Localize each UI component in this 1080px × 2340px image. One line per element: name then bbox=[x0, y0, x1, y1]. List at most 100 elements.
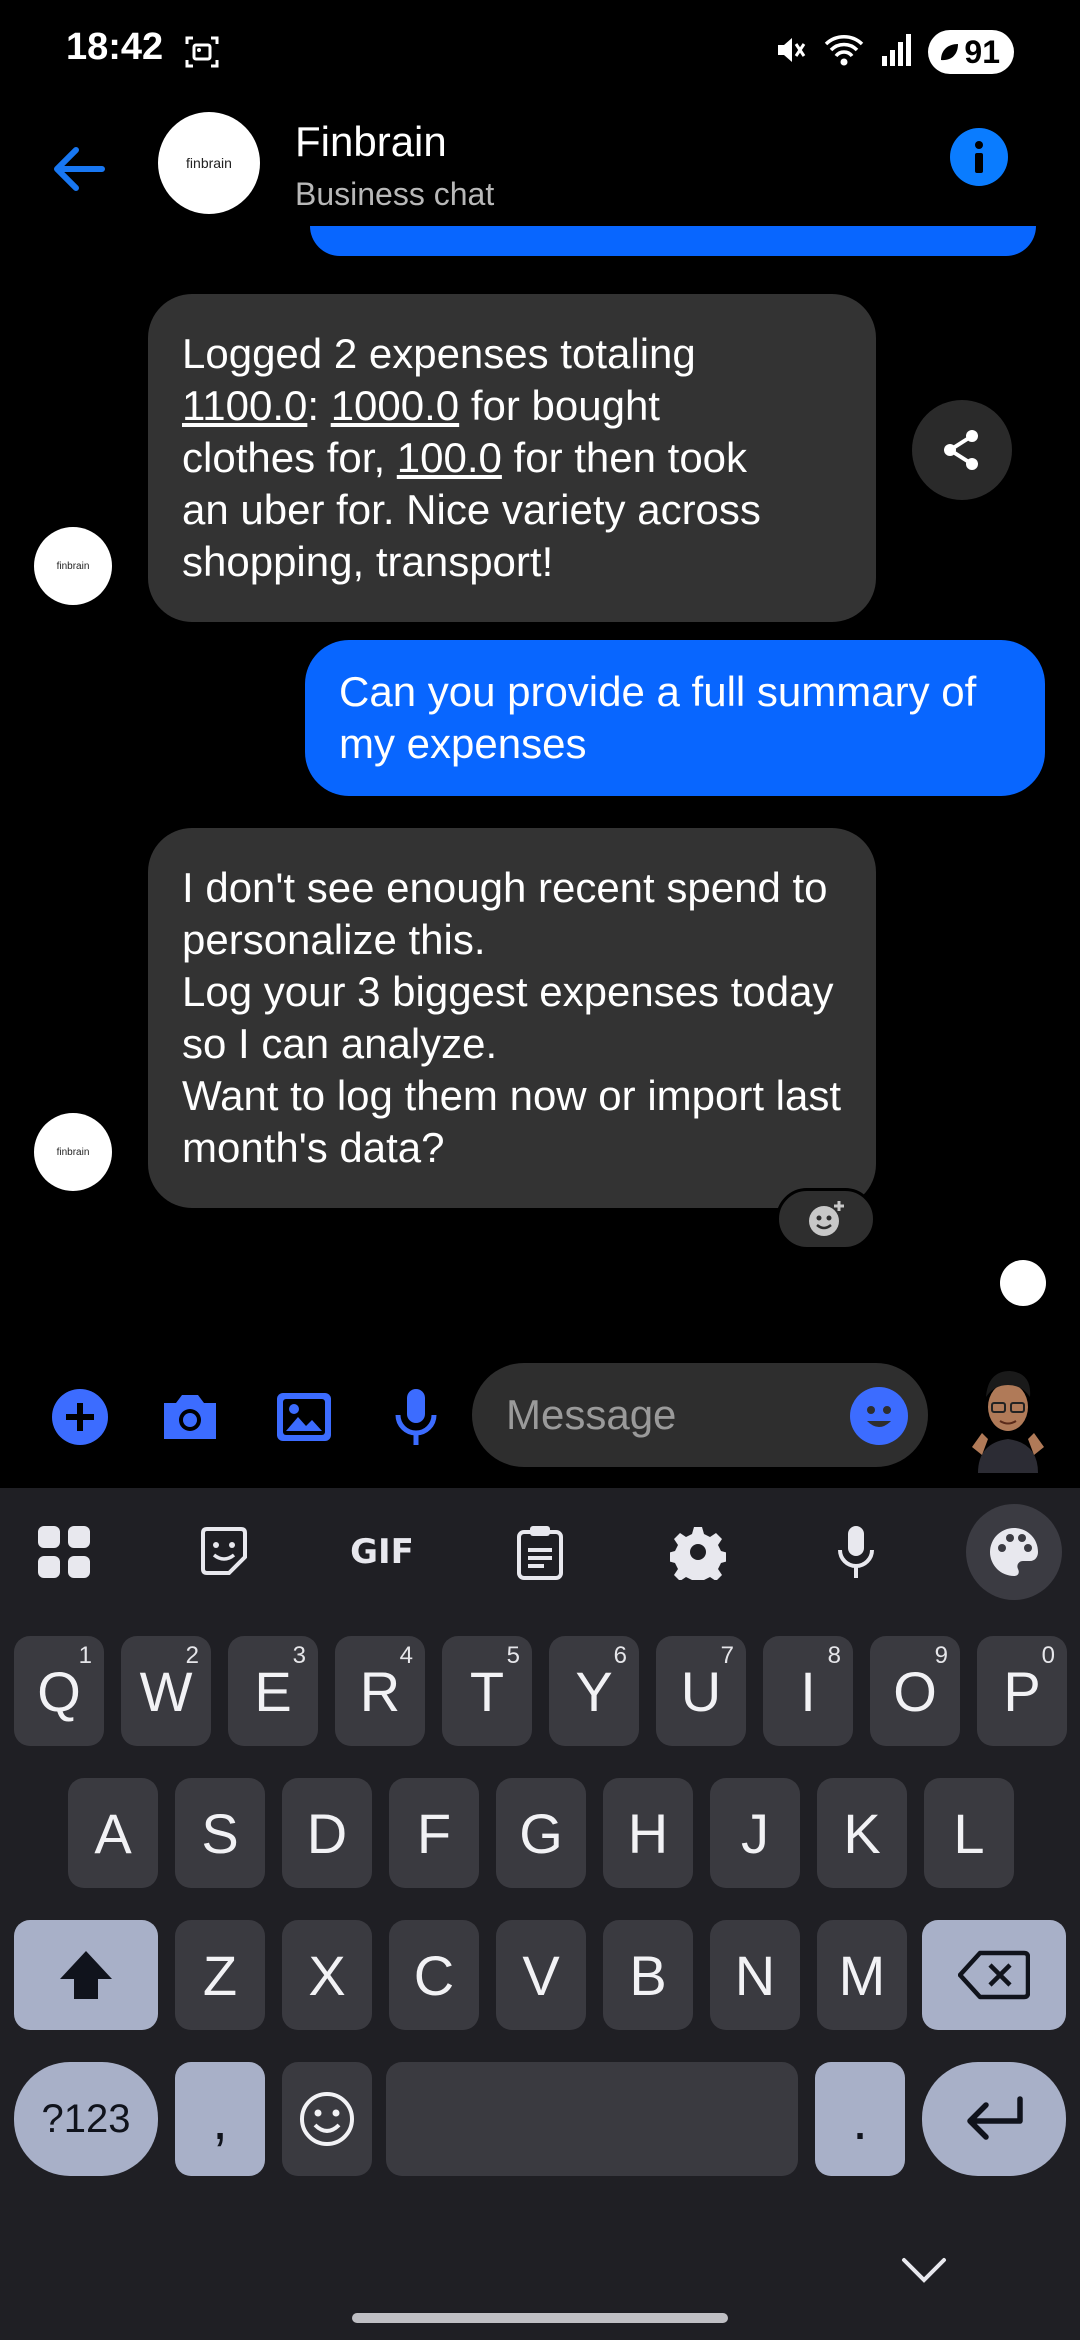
symbols-key[interactable]: ?123 bbox=[14, 2062, 158, 2176]
contact-avatar[interactable]: finbrain bbox=[158, 112, 260, 214]
smiley-icon bbox=[867, 1406, 891, 1427]
key-g[interactable]: G bbox=[496, 1778, 586, 1888]
key-p[interactable]: P0 bbox=[977, 1636, 1067, 1746]
share-icon bbox=[944, 430, 978, 470]
key-n[interactable]: N bbox=[710, 1920, 800, 2030]
sender-avatar[interactable]: finbrain bbox=[34, 1113, 112, 1191]
keyboard-mic-icon[interactable] bbox=[818, 1514, 894, 1590]
comma-key[interactable]: , bbox=[175, 2062, 265, 2176]
amount-total[interactable]: 1100.0 bbox=[182, 382, 307, 429]
msg-paragraph: Log your 3 biggest expenses today so I c… bbox=[182, 968, 834, 1067]
outgoing-message[interactable]: Can you provide a full summary of my exp… bbox=[305, 640, 1045, 796]
key-j[interactable]: J bbox=[710, 1778, 800, 1888]
key-number-hint: 7 bbox=[720, 1642, 734, 1669]
message-input[interactable]: Message bbox=[472, 1363, 928, 1467]
key-letter: T bbox=[469, 1659, 505, 1723]
signal-icon bbox=[880, 32, 914, 73]
msg-text: for then took bbox=[501, 434, 748, 481]
amount-1[interactable]: 1000.0 bbox=[331, 382, 459, 429]
key-r[interactable]: R4 bbox=[335, 1636, 425, 1746]
microphone-icon bbox=[395, 1389, 437, 1445]
gif-button[interactable]: GIF bbox=[344, 1514, 420, 1590]
info-icon bbox=[975, 141, 983, 173]
hide-keyboard-button[interactable] bbox=[894, 2250, 954, 2290]
key-b[interactable]: B bbox=[603, 1920, 693, 2030]
key-number-hint: 8 bbox=[827, 1642, 841, 1669]
key-v[interactable]: V bbox=[496, 1920, 586, 2030]
key-t[interactable]: T5 bbox=[442, 1636, 532, 1746]
image-icon bbox=[277, 1393, 331, 1441]
plus-icon bbox=[52, 1389, 108, 1445]
key-letter: R bbox=[359, 1659, 401, 1723]
key-letter: E bbox=[254, 1659, 292, 1723]
key-m[interactable]: M bbox=[817, 1920, 907, 2030]
key-z[interactable]: Z bbox=[175, 1920, 265, 2030]
screen-record-icon bbox=[184, 34, 220, 70]
chevron-down-icon bbox=[902, 2258, 946, 2283]
key-h[interactable]: H bbox=[603, 1778, 693, 1888]
msg-paragraph: Want to log them now or import last mont… bbox=[182, 1072, 842, 1171]
gear-icon[interactable] bbox=[660, 1514, 736, 1590]
key-u[interactable]: U7 bbox=[656, 1636, 746, 1746]
key-q[interactable]: Q1 bbox=[14, 1636, 104, 1746]
key-e[interactable]: E3 bbox=[228, 1636, 318, 1746]
keyboard: GIF Q1 W2 E3 R4 T5 Y6 U7 I8 O9 P0 A S D … bbox=[0, 1488, 1080, 2340]
camera-button[interactable] bbox=[158, 1385, 222, 1449]
gallery-button[interactable] bbox=[272, 1385, 336, 1449]
info-button[interactable] bbox=[950, 128, 1008, 186]
apps-grid-icon[interactable] bbox=[26, 1514, 102, 1590]
chat-subtitle: Business chat bbox=[295, 176, 495, 212]
key-x[interactable]: X bbox=[282, 1920, 372, 2030]
key-letter: U bbox=[680, 1659, 722, 1723]
key-a[interactable]: A bbox=[68, 1778, 158, 1888]
key-f[interactable]: F bbox=[389, 1778, 479, 1888]
sticker-icon[interactable] bbox=[186, 1514, 262, 1590]
plus-button[interactable] bbox=[48, 1385, 112, 1449]
smiley-icon bbox=[300, 2092, 354, 2146]
chat-title[interactable]: Finbrain bbox=[295, 118, 447, 166]
shift-key[interactable] bbox=[14, 1920, 158, 2030]
key-number-hint: 2 bbox=[185, 1642, 199, 1669]
palette-icon[interactable] bbox=[966, 1504, 1062, 1600]
incoming-message-2[interactable]: I don't see enough recent spend to perso… bbox=[148, 828, 876, 1208]
chat-header: finbrain Finbrain Business chat bbox=[0, 100, 1080, 240]
key-letter: I bbox=[800, 1659, 816, 1723]
key-o[interactable]: O9 bbox=[870, 1636, 960, 1746]
key-letter: W bbox=[139, 1659, 193, 1723]
emoji-button[interactable] bbox=[850, 1387, 908, 1445]
emoji-key[interactable] bbox=[282, 2062, 372, 2176]
home-indicator[interactable] bbox=[352, 2313, 728, 2323]
key-letter: P bbox=[1003, 1659, 1041, 1723]
avatar-sticker-button[interactable] bbox=[958, 1355, 1058, 1475]
key-c[interactable]: C bbox=[389, 1920, 479, 2030]
backspace-icon bbox=[958, 1950, 1030, 2000]
clipboard-icon[interactable] bbox=[502, 1514, 578, 1590]
add-reaction-button[interactable] bbox=[776, 1188, 876, 1250]
mute-icon bbox=[772, 32, 808, 73]
key-number-hint: 3 bbox=[292, 1642, 306, 1669]
shift-icon bbox=[60, 1951, 112, 1999]
key-k[interactable]: K bbox=[817, 1778, 907, 1888]
period-key[interactable]: . bbox=[815, 2062, 905, 2176]
incoming-message-1[interactable]: Logged 2 expenses totaling 1100.0: 1000.… bbox=[148, 294, 876, 622]
sender-avatar[interactable]: finbrain bbox=[34, 527, 112, 605]
backspace-key[interactable] bbox=[922, 1920, 1066, 2030]
battery-indicator: 91 bbox=[928, 30, 1014, 74]
status-icons: 91 bbox=[772, 30, 1014, 74]
key-w[interactable]: W2 bbox=[121, 1636, 211, 1746]
amount-2[interactable]: 100.0 bbox=[397, 434, 502, 481]
key-y[interactable]: Y6 bbox=[549, 1636, 639, 1746]
msg-text: : bbox=[307, 382, 320, 429]
back-button[interactable] bbox=[44, 134, 114, 204]
key-letter: O bbox=[893, 1659, 937, 1723]
add-reaction-icon bbox=[809, 1201, 844, 1236]
share-button[interactable] bbox=[912, 400, 1012, 500]
space-key[interactable] bbox=[386, 2062, 798, 2176]
key-s[interactable]: S bbox=[175, 1778, 265, 1888]
key-d[interactable]: D bbox=[282, 1778, 372, 1888]
key-l[interactable]: L bbox=[924, 1778, 1014, 1888]
voice-button[interactable] bbox=[384, 1385, 448, 1449]
key-i[interactable]: I8 bbox=[763, 1636, 853, 1746]
enter-key[interactable] bbox=[922, 2062, 1066, 2176]
previous-outgoing-bubble bbox=[310, 226, 1036, 256]
